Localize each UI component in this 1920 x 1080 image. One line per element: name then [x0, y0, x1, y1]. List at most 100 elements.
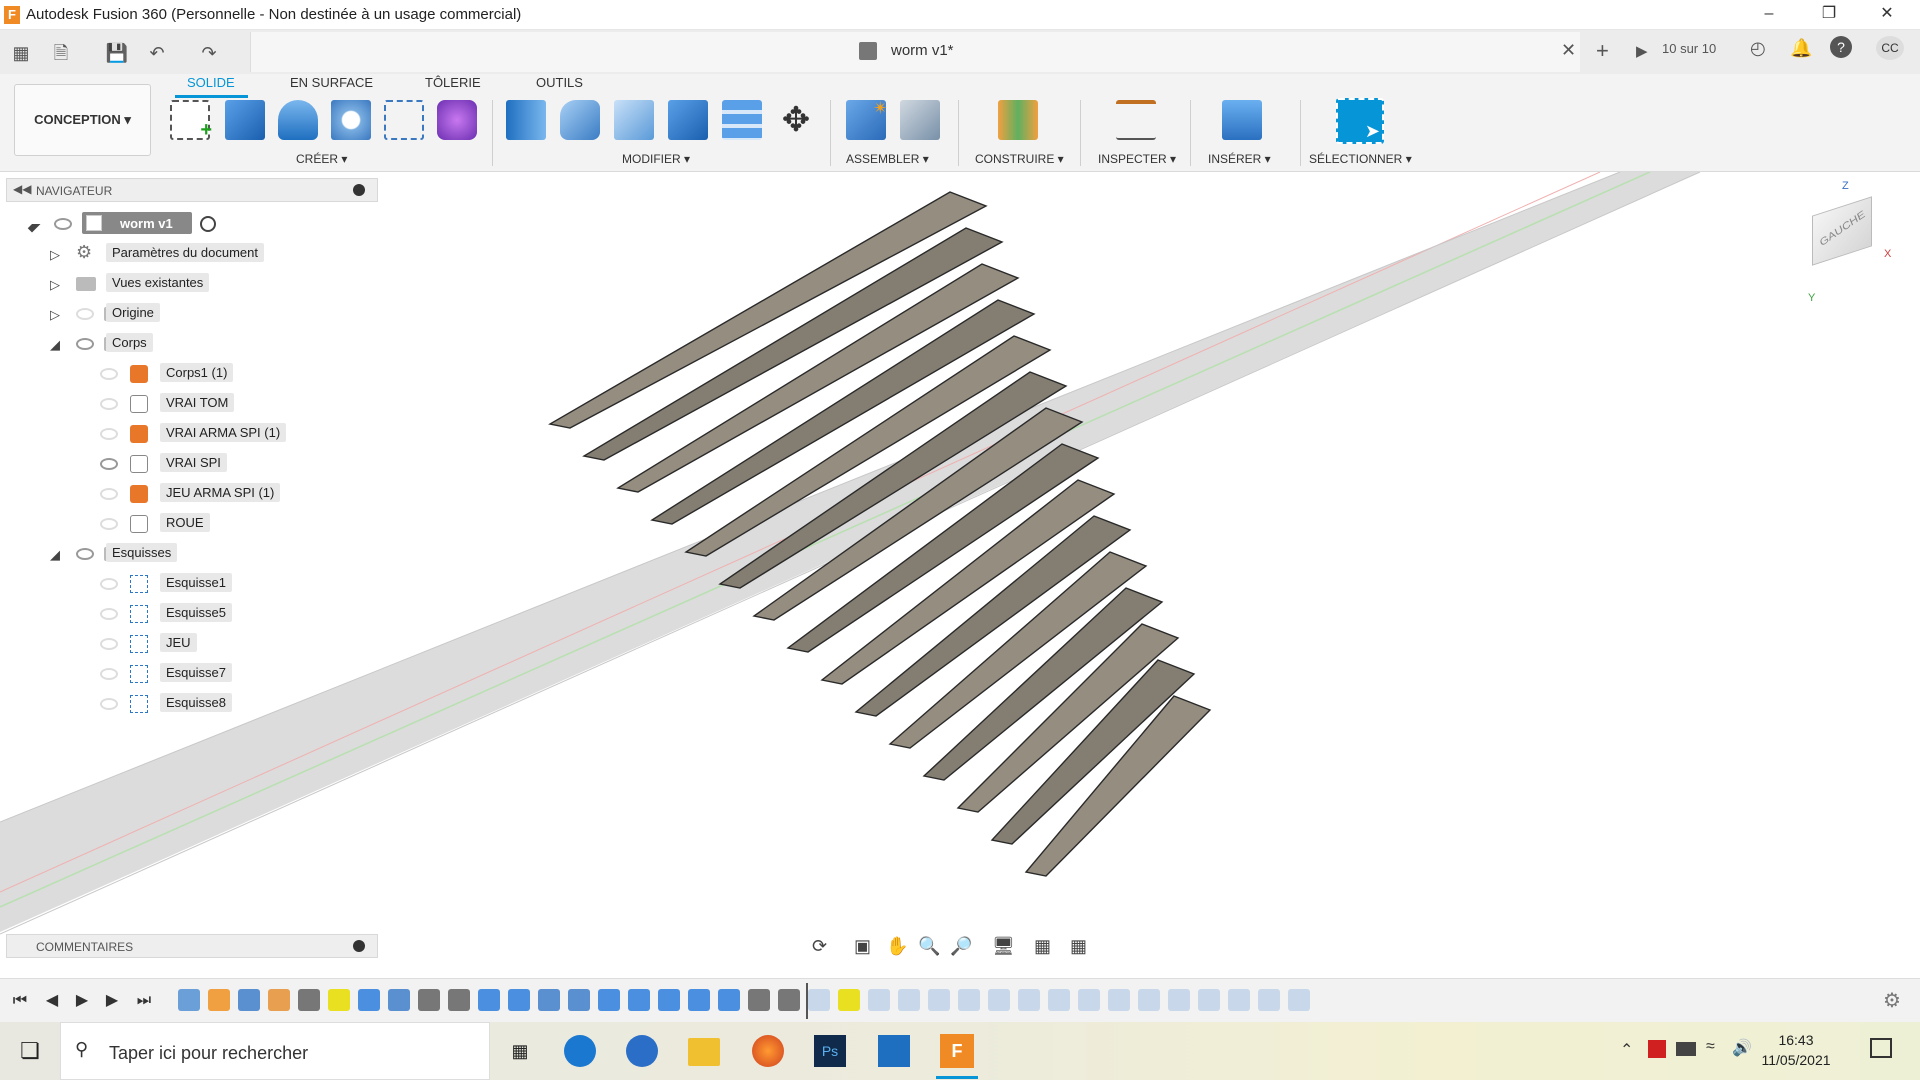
collapse-panel-icon[interactable]: ◀◀ [13, 182, 31, 196]
view-cube-face[interactable]: GAUCHE [1812, 196, 1872, 266]
timeline-feature-icon[interactable] [358, 989, 380, 1011]
apps-grid-icon[interactable]: ▦ [8, 41, 34, 65]
select-icon[interactable]: ➤ [1336, 98, 1384, 144]
create-sketch-icon[interactable]: + [170, 100, 212, 141]
task-view-icon[interactable]: ▦ [500, 1032, 540, 1070]
add-comment-icon[interactable] [353, 940, 365, 952]
timeline-feature-icon[interactable] [328, 989, 350, 1011]
timeline-feature-icon[interactable] [538, 989, 560, 1011]
visibility-eye-icon[interactable] [100, 368, 118, 380]
timeline-feature-icon[interactable] [898, 989, 920, 1011]
pattern-icon[interactable] [384, 100, 424, 140]
fit-icon[interactable]: 🔎 [950, 936, 972, 957]
fusion-taskbar-icon[interactable]: F [940, 1034, 974, 1068]
timeline-feature-icon[interactable] [1018, 989, 1040, 1011]
tray-chevron-icon[interactable]: ⌃ [1620, 1040, 1633, 1060]
firefox-icon[interactable] [752, 1035, 784, 1067]
timeline-feature-icon[interactable] [808, 989, 830, 1011]
close-tab-icon[interactable]: ✕ [1561, 40, 1576, 61]
comments-panel[interactable]: COMMENTAIRES [6, 934, 378, 958]
timeline-settings-gear-icon[interactable]: ⚙ [1882, 991, 1902, 1011]
combine-icon[interactable] [668, 100, 708, 140]
timeline-feature-icon[interactable] [388, 989, 410, 1011]
timeline-feature-icon[interactable] [838, 989, 860, 1011]
windows-start-icon[interactable]: ❏ [10, 1032, 50, 1070]
visibility-eye-icon[interactable] [54, 218, 72, 230]
timeline-feature-icon[interactable] [208, 989, 230, 1011]
pan-icon[interactable]: ✋ [886, 936, 908, 957]
tab-tolerie[interactable]: TÔLERIE [425, 75, 481, 90]
expand-triangle-icon[interactable]: ▷ [50, 307, 60, 323]
photoshop-icon[interactable]: Ps [814, 1035, 846, 1067]
hole-icon[interactable] [331, 100, 371, 140]
group-insert-dropdown[interactable]: INSÉRER ▾ [1208, 152, 1271, 166]
visibility-eye-icon[interactable] [100, 398, 118, 410]
group-inspect-dropdown[interactable]: INSPECTER ▾ [1098, 152, 1176, 166]
activate-radio-icon[interactable] [200, 216, 216, 232]
zoom-icon[interactable]: 🔍 [918, 936, 940, 957]
timeline-feature-icon[interactable] [988, 989, 1010, 1011]
timeline-feature-icon[interactable] [418, 989, 440, 1011]
timeline-feature-icon[interactable] [268, 989, 290, 1011]
navigator-options-icon[interactable] [353, 184, 365, 196]
timeline-feature-icon[interactable] [1198, 989, 1220, 1011]
timeline-feature-icon[interactable] [448, 989, 470, 1011]
group-assemble-dropdown[interactable]: ASSEMBLER ▾ [846, 152, 929, 166]
battery-icon[interactable] [1676, 1042, 1696, 1056]
timeline-feature-icon[interactable] [628, 989, 650, 1011]
notifications-bell-icon[interactable]: 🔔 [1790, 38, 1812, 59]
timeline-feature-icon[interactable] [1138, 989, 1160, 1011]
timeline-feature-icon[interactable] [598, 989, 620, 1011]
timeline-last-icon[interactable]: ⏭ [134, 991, 154, 1011]
wifi-icon[interactable]: ≈ [1706, 1038, 1715, 1056]
file-explorer-icon[interactable] [688, 1038, 720, 1066]
volume-icon[interactable]: 🔊 [1732, 1038, 1752, 1058]
workspace-dropdown[interactable]: CONCEPTION ▾ [14, 84, 151, 156]
visibility-eye-icon[interactable] [100, 578, 118, 590]
look-at-icon[interactable]: ▣ [854, 936, 871, 957]
visibility-eye-icon[interactable] [100, 638, 118, 650]
expand-triangle-icon[interactable]: ▷ [50, 247, 60, 263]
restore-button[interactable]: ❐ [1806, 0, 1852, 30]
revolve-icon[interactable] [278, 100, 318, 140]
viewports-icon[interactable]: ▦ [1070, 936, 1087, 957]
undo-icon[interactable]: ↶ [144, 41, 170, 65]
collapse-triangle-icon[interactable]: ◢ [50, 547, 60, 563]
new-tab-icon[interactable]: + [1596, 38, 1609, 64]
clock-history-icon[interactable]: ◴ [1750, 38, 1766, 59]
navigator-header[interactable]: ◀◀ NAVIGATEUR [6, 178, 378, 202]
timeline-feature-icon[interactable] [868, 989, 890, 1011]
timeline-feature-icon[interactable] [1108, 989, 1130, 1011]
user-avatar[interactable]: CC [1876, 36, 1904, 60]
timeline-first-icon[interactable]: ⏮ [10, 991, 30, 1011]
visibility-eye-icon[interactable] [100, 668, 118, 680]
offset-plane-icon[interactable] [998, 100, 1038, 140]
tray-app-icon[interactable] [1648, 1040, 1666, 1058]
timeline-feature-icon[interactable] [778, 989, 800, 1011]
visibility-eye-icon[interactable] [76, 338, 94, 350]
taskbar-clock[interactable]: 16:43 11/05/2021 [1758, 1030, 1834, 1070]
jobs-status-icon[interactable]: ▶ [1636, 42, 1648, 60]
notification-center-icon[interactable] [1870, 1038, 1892, 1058]
save-icon[interactable]: 💾 [104, 41, 130, 65]
timeline-feature-icon[interactable] [238, 989, 260, 1011]
extrude-icon[interactable] [225, 100, 265, 140]
close-window-button[interactable]: ✕ [1864, 0, 1910, 30]
timeline-feature-icon[interactable] [1078, 989, 1100, 1011]
taskbar-search-box[interactable]: ⚲ Taper ici pour rechercher [60, 1022, 490, 1080]
visibility-eye-icon[interactable] [100, 608, 118, 620]
insert-image-icon[interactable] [1222, 100, 1262, 140]
expand-triangle-icon[interactable]: ▷ [50, 277, 60, 293]
timeline-next-icon[interactable]: ▶ [102, 991, 122, 1011]
group-modify-dropdown[interactable]: MODIFIER ▾ [622, 152, 690, 166]
timeline-play-icon[interactable]: ▶ [72, 991, 92, 1011]
timeline-feature-icon[interactable] [1288, 989, 1310, 1011]
timeline-feature-icon[interactable] [1048, 989, 1070, 1011]
joint-icon[interactable] [900, 100, 940, 140]
jobs-status-label[interactable]: 10 sur 10 [1662, 41, 1716, 56]
timeline-feature-icon[interactable] [748, 989, 770, 1011]
help-icon[interactable]: ? [1830, 36, 1852, 58]
calculator-icon[interactable] [878, 1035, 910, 1067]
timeline-feature-icon[interactable] [298, 989, 320, 1011]
timeline-feature-icon[interactable] [1228, 989, 1250, 1011]
